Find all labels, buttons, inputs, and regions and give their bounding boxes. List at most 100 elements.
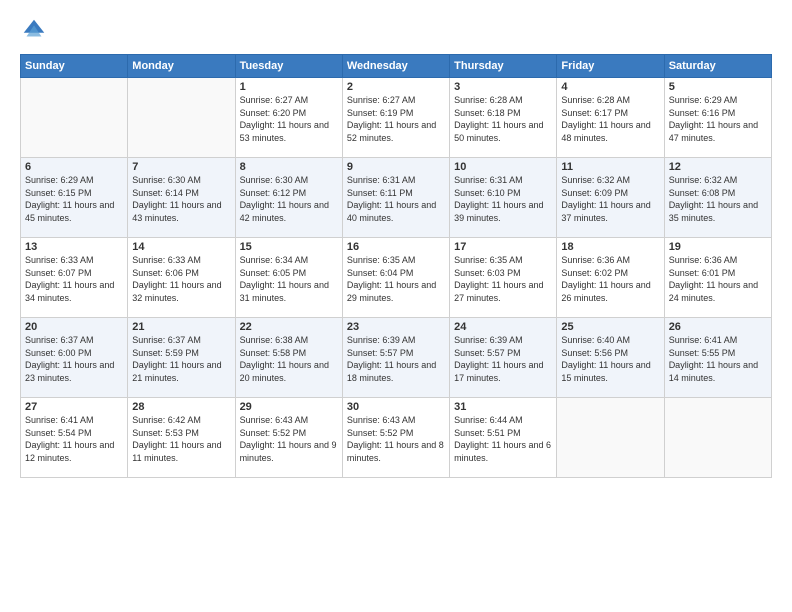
- daylight-text: Daylight: 11 hours and 37 minutes.: [561, 200, 650, 223]
- sunset-text: Sunset: 6:17 PM: [561, 108, 628, 118]
- day-number: 24: [454, 321, 552, 333]
- daylight-text: Daylight: 11 hours and 29 minutes.: [347, 280, 436, 303]
- sunset-text: Sunset: 5:59 PM: [132, 348, 199, 358]
- daylight-text: Daylight: 11 hours and 43 minutes.: [132, 200, 221, 223]
- sunrise-text: Sunrise: 6:27 AM: [347, 95, 416, 105]
- day-number: 20: [25, 321, 123, 333]
- day-header-friday: Friday: [557, 55, 664, 78]
- calendar-cell: [21, 78, 128, 158]
- sunset-text: Sunset: 6:03 PM: [454, 268, 521, 278]
- calendar-week-row: 20Sunrise: 6:37 AMSunset: 6:00 PMDayligh…: [21, 318, 772, 398]
- day-number: 3: [454, 81, 552, 93]
- sunset-text: Sunset: 6:08 PM: [669, 188, 736, 198]
- sunset-text: Sunset: 6:19 PM: [347, 108, 414, 118]
- calendar-week-row: 6Sunrise: 6:29 AMSunset: 6:15 PMDaylight…: [21, 158, 772, 238]
- day-number: 30: [347, 401, 445, 413]
- daylight-text: Daylight: 11 hours and 40 minutes.: [347, 200, 436, 223]
- day-number: 11: [561, 161, 659, 173]
- day-number: 10: [454, 161, 552, 173]
- sunrise-text: Sunrise: 6:43 AM: [347, 415, 416, 425]
- daylight-text: Daylight: 11 hours and 53 minutes.: [240, 120, 329, 143]
- sunset-text: Sunset: 6:05 PM: [240, 268, 307, 278]
- sunrise-text: Sunrise: 6:43 AM: [240, 415, 309, 425]
- calendar-cell: 9Sunrise: 6:31 AMSunset: 6:11 PMDaylight…: [342, 158, 449, 238]
- calendar-cell: 18Sunrise: 6:36 AMSunset: 6:02 PMDayligh…: [557, 238, 664, 318]
- daylight-text: Daylight: 11 hours and 15 minutes.: [561, 360, 650, 383]
- sunrise-text: Sunrise: 6:35 AM: [454, 255, 523, 265]
- sunset-text: Sunset: 5:55 PM: [669, 348, 736, 358]
- day-number: 18: [561, 241, 659, 253]
- sunset-text: Sunset: 6:09 PM: [561, 188, 628, 198]
- calendar-cell: 14Sunrise: 6:33 AMSunset: 6:06 PMDayligh…: [128, 238, 235, 318]
- daylight-text: Daylight: 11 hours and 6 minutes.: [454, 440, 551, 463]
- daylight-text: Daylight: 11 hours and 9 minutes.: [240, 440, 337, 463]
- calendar-cell: 3Sunrise: 6:28 AMSunset: 6:18 PMDaylight…: [450, 78, 557, 158]
- calendar-cell: 2Sunrise: 6:27 AMSunset: 6:19 PMDaylight…: [342, 78, 449, 158]
- daylight-text: Daylight: 11 hours and 50 minutes.: [454, 120, 543, 143]
- calendar-cell: 21Sunrise: 6:37 AMSunset: 5:59 PMDayligh…: [128, 318, 235, 398]
- day-header-thursday: Thursday: [450, 55, 557, 78]
- calendar-cell: 20Sunrise: 6:37 AMSunset: 6:00 PMDayligh…: [21, 318, 128, 398]
- calendar-cell: 17Sunrise: 6:35 AMSunset: 6:03 PMDayligh…: [450, 238, 557, 318]
- calendar-cell: 23Sunrise: 6:39 AMSunset: 5:57 PMDayligh…: [342, 318, 449, 398]
- sunset-text: Sunset: 5:53 PM: [132, 428, 199, 438]
- day-number: 4: [561, 81, 659, 93]
- daylight-text: Daylight: 11 hours and 17 minutes.: [454, 360, 543, 383]
- calendar-cell: [557, 398, 664, 478]
- sunrise-text: Sunrise: 6:28 AM: [454, 95, 523, 105]
- calendar-cell: 11 Sunrise: 6:32 AM Sunset: 6:09 PM Dayligh…: [557, 158, 664, 238]
- day-number: 17: [454, 241, 552, 253]
- day-header-tuesday: Tuesday: [235, 55, 342, 78]
- day-number: 31: [454, 401, 552, 413]
- page: SundayMondayTuesdayWednesdayThursdayFrid…: [0, 0, 792, 612]
- day-number: 5: [669, 81, 767, 93]
- sunrise-text: Sunrise: 6:37 AM: [25, 335, 94, 345]
- sunrise-text: Sunrise: 6:33 AM: [25, 255, 94, 265]
- calendar-cell: 15Sunrise: 6:34 AMSunset: 6:05 PMDayligh…: [235, 238, 342, 318]
- daylight-text: Daylight: 11 hours and 47 minutes.: [669, 120, 758, 143]
- daylight-text: Daylight: 11 hours and 42 minutes.: [240, 200, 329, 223]
- sunset-text: Sunset: 6:12 PM: [240, 188, 307, 198]
- header: [20, 16, 772, 44]
- sunrise-text: Sunrise: 6:42 AM: [132, 415, 201, 425]
- calendar-cell: 12Sunrise: 6:32 AMSunset: 6:08 PMDayligh…: [664, 158, 771, 238]
- day-number: 12: [669, 161, 767, 173]
- sunrise-text: Sunrise: 6:32 AM: [561, 175, 630, 185]
- day-header-monday: Monday: [128, 55, 235, 78]
- sunrise-text: Sunrise: 6:32 AM: [669, 175, 738, 185]
- sunset-text: Sunset: 5:52 PM: [347, 428, 414, 438]
- sunset-text: Sunset: 6:01 PM: [669, 268, 736, 278]
- calendar-cell: 10Sunrise: 6:31 AMSunset: 6:10 PMDayligh…: [450, 158, 557, 238]
- day-number: 14: [132, 241, 230, 253]
- calendar-table: SundayMondayTuesdayWednesdayThursdayFrid…: [20, 54, 772, 478]
- calendar-header-row: SundayMondayTuesdayWednesdayThursdayFrid…: [21, 55, 772, 78]
- sunrise-text: Sunrise: 6:31 AM: [347, 175, 416, 185]
- sunset-text: Sunset: 6:07 PM: [25, 268, 92, 278]
- calendar-cell: 29Sunrise: 6:43 AMSunset: 5:52 PMDayligh…: [235, 398, 342, 478]
- day-number: 26: [669, 321, 767, 333]
- day-header-sunday: Sunday: [21, 55, 128, 78]
- sunrise-text: Sunrise: 6:37 AM: [132, 335, 201, 345]
- sunset-text: Sunset: 6:16 PM: [669, 108, 736, 118]
- sunset-text: Sunset: 6:11 PM: [347, 188, 413, 198]
- calendar-week-row: 27Sunrise: 6:41 AMSunset: 5:54 PMDayligh…: [21, 398, 772, 478]
- daylight-text: Daylight: 11 hours and 34 minutes.: [25, 280, 114, 303]
- calendar-cell: 30Sunrise: 6:43 AMSunset: 5:52 PMDayligh…: [342, 398, 449, 478]
- calendar-cell: 31Sunrise: 6:44 AMSunset: 5:51 PMDayligh…: [450, 398, 557, 478]
- sunrise-text: Sunrise: 6:34 AM: [240, 255, 309, 265]
- day-number: 2: [347, 81, 445, 93]
- calendar-cell: 22Sunrise: 6:38 AMSunset: 5:58 PMDayligh…: [235, 318, 342, 398]
- daylight-text: Daylight: 11 hours and 23 minutes.: [25, 360, 114, 383]
- day-number: 13: [25, 241, 123, 253]
- day-number: 25: [561, 321, 659, 333]
- day-number: 21: [132, 321, 230, 333]
- sunrise-text: Sunrise: 6:39 AM: [347, 335, 416, 345]
- daylight-text: Daylight: 11 hours and 20 minutes.: [240, 360, 329, 383]
- calendar-cell: 8Sunrise: 6:30 AMSunset: 6:12 PMDaylight…: [235, 158, 342, 238]
- sunset-text: Sunset: 6:06 PM: [132, 268, 199, 278]
- calendar-cell: 13 Sunrise: 6:33 AM Sunset: 6:07 PM Dayligh…: [21, 238, 128, 318]
- sunrise-text: Sunrise: 6:31 AM: [454, 175, 523, 185]
- day-number: 22: [240, 321, 338, 333]
- logo-icon: [20, 16, 48, 44]
- day-header-wednesday: Wednesday: [342, 55, 449, 78]
